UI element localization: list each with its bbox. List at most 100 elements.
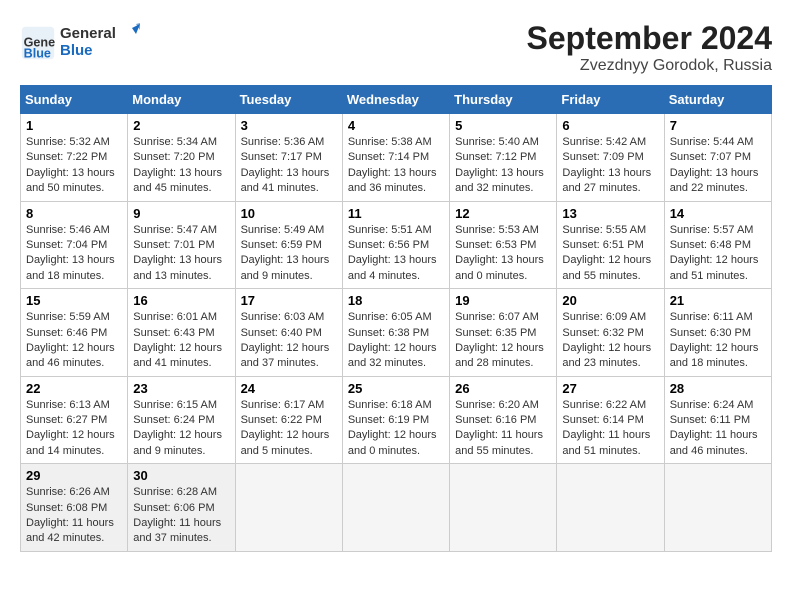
day-info-line: Daylight: 13 hours bbox=[26, 166, 122, 181]
header-thursday: Thursday bbox=[450, 86, 557, 114]
day-info: Sunrise: 5:34 AMSunset: 7:20 PMDaylight:… bbox=[133, 135, 229, 197]
day-info-line: and 46 minutes. bbox=[26, 356, 122, 371]
day-info-line: Daylight: 12 hours bbox=[455, 341, 551, 356]
day-number: 24 bbox=[241, 381, 337, 396]
day-cell-19: 19Sunrise: 6:07 AMSunset: 6:35 PMDayligh… bbox=[450, 289, 557, 377]
day-cell-14: 14Sunrise: 5:57 AMSunset: 6:48 PMDayligh… bbox=[664, 201, 771, 289]
day-number: 30 bbox=[133, 468, 229, 483]
day-info-line: Daylight: 12 hours bbox=[26, 341, 122, 356]
day-info-line: Sunset: 7:20 PM bbox=[133, 150, 229, 165]
day-info: Sunrise: 5:36 AMSunset: 7:17 PMDaylight:… bbox=[241, 135, 337, 197]
day-info-line: Sunrise: 5:38 AM bbox=[348, 135, 444, 150]
location-subtitle: Zvezdnyy Gorodok, Russia bbox=[527, 57, 772, 75]
day-info: Sunrise: 5:44 AMSunset: 7:07 PMDaylight:… bbox=[670, 135, 766, 197]
day-info-line: and 41 minutes. bbox=[241, 181, 337, 196]
logo: General Blue General Blue bbox=[20, 20, 140, 65]
header-wednesday: Wednesday bbox=[342, 86, 449, 114]
day-info-line: Sunset: 6:11 PM bbox=[670, 413, 766, 428]
day-info-line: Sunrise: 5:32 AM bbox=[26, 135, 122, 150]
day-info-line: Sunrise: 6:20 AM bbox=[455, 398, 551, 413]
day-info-line: Daylight: 11 hours bbox=[562, 428, 658, 443]
day-number: 2 bbox=[133, 118, 229, 133]
day-info: Sunrise: 5:49 AMSunset: 6:59 PMDaylight:… bbox=[241, 223, 337, 285]
day-info-line: Sunrise: 6:11 AM bbox=[670, 310, 766, 325]
day-number: 21 bbox=[670, 293, 766, 308]
day-info-line: Sunset: 7:12 PM bbox=[455, 150, 551, 165]
day-info-line: Sunrise: 5:55 AM bbox=[562, 223, 658, 238]
day-info-line: Sunrise: 6:07 AM bbox=[455, 310, 551, 325]
day-number: 22 bbox=[26, 381, 122, 396]
day-cell-9: 9Sunrise: 5:47 AMSunset: 7:01 PMDaylight… bbox=[128, 201, 235, 289]
day-cell-16: 16Sunrise: 6:01 AMSunset: 6:43 PMDayligh… bbox=[128, 289, 235, 377]
day-info-line: Daylight: 13 hours bbox=[26, 253, 122, 268]
day-info: Sunrise: 6:01 AMSunset: 6:43 PMDaylight:… bbox=[133, 310, 229, 372]
day-info-line: and 9 minutes. bbox=[241, 269, 337, 284]
day-cell-10: 10Sunrise: 5:49 AMSunset: 6:59 PMDayligh… bbox=[235, 201, 342, 289]
day-info-line: and 32 minutes. bbox=[348, 356, 444, 371]
day-info-line: Daylight: 12 hours bbox=[241, 341, 337, 356]
day-info-line: Sunrise: 5:44 AM bbox=[670, 135, 766, 150]
day-cell-13: 13Sunrise: 5:55 AMSunset: 6:51 PMDayligh… bbox=[557, 201, 664, 289]
day-info-line: Sunrise: 5:47 AM bbox=[133, 223, 229, 238]
day-cell-11: 11Sunrise: 5:51 AMSunset: 6:56 PMDayligh… bbox=[342, 201, 449, 289]
day-info-line: Sunset: 6:24 PM bbox=[133, 413, 229, 428]
day-info-line: Daylight: 12 hours bbox=[562, 341, 658, 356]
day-number: 26 bbox=[455, 381, 551, 396]
day-info-line: Sunrise: 6:13 AM bbox=[26, 398, 122, 413]
day-number: 15 bbox=[26, 293, 122, 308]
day-info-line: Daylight: 13 hours bbox=[133, 166, 229, 181]
day-info-line: Sunrise: 5:51 AM bbox=[348, 223, 444, 238]
day-info-line: Daylight: 11 hours bbox=[26, 516, 122, 531]
day-info-line: and 42 minutes. bbox=[26, 531, 122, 546]
day-info-line: and 55 minutes. bbox=[562, 269, 658, 284]
day-info-line: Sunrise: 5:42 AM bbox=[562, 135, 658, 150]
day-info-line: Sunset: 6:32 PM bbox=[562, 326, 658, 341]
day-number: 5 bbox=[455, 118, 551, 133]
day-number: 11 bbox=[348, 206, 444, 221]
day-info-line: and 46 minutes. bbox=[670, 444, 766, 459]
day-cell-22: 22Sunrise: 6:13 AMSunset: 6:27 PMDayligh… bbox=[21, 376, 128, 464]
day-info-line: Sunset: 7:17 PM bbox=[241, 150, 337, 165]
day-info-line: Sunset: 6:06 PM bbox=[133, 501, 229, 516]
day-info-line: Daylight: 12 hours bbox=[241, 428, 337, 443]
day-info: Sunrise: 6:03 AMSunset: 6:40 PMDaylight:… bbox=[241, 310, 337, 372]
day-info-line: Sunset: 6:16 PM bbox=[455, 413, 551, 428]
day-info-line: Sunset: 7:14 PM bbox=[348, 150, 444, 165]
day-number: 27 bbox=[562, 381, 658, 396]
day-info-line: Sunset: 6:53 PM bbox=[455, 238, 551, 253]
day-cell-7: 7Sunrise: 5:44 AMSunset: 7:07 PMDaylight… bbox=[664, 114, 771, 202]
day-info-line: Sunrise: 6:28 AM bbox=[133, 485, 229, 500]
day-info: Sunrise: 6:18 AMSunset: 6:19 PMDaylight:… bbox=[348, 398, 444, 460]
day-info-line: Daylight: 13 hours bbox=[562, 166, 658, 181]
day-info-line: Sunrise: 5:40 AM bbox=[455, 135, 551, 150]
day-number: 4 bbox=[348, 118, 444, 133]
day-info-line: Sunset: 6:56 PM bbox=[348, 238, 444, 253]
day-number: 19 bbox=[455, 293, 551, 308]
day-info: Sunrise: 5:46 AMSunset: 7:04 PMDaylight:… bbox=[26, 223, 122, 285]
day-cell-18: 18Sunrise: 6:05 AMSunset: 6:38 PMDayligh… bbox=[342, 289, 449, 377]
day-cell-5: 5 Sunrise: 5:40 AMSunset: 7:12 PMDaylight… bbox=[450, 114, 557, 202]
day-info-line: Sunset: 6:59 PM bbox=[241, 238, 337, 253]
day-info: Sunrise: 6:26 AMSunset: 6:08 PMDaylight:… bbox=[26, 485, 122, 547]
day-info-line: Sunrise: 6:09 AM bbox=[562, 310, 658, 325]
day-cell-2: 2 Sunrise: 5:34 AMSunset: 7:20 PMDaylight… bbox=[128, 114, 235, 202]
day-info-line: Sunset: 6:46 PM bbox=[26, 326, 122, 341]
day-info-line: and 0 minutes. bbox=[348, 444, 444, 459]
day-info-line: Sunset: 6:14 PM bbox=[562, 413, 658, 428]
svg-text:General: General bbox=[60, 25, 116, 42]
day-number: 23 bbox=[133, 381, 229, 396]
day-info: Sunrise: 6:20 AMSunset: 6:16 PMDaylight:… bbox=[455, 398, 551, 460]
day-info-line: Sunrise: 6:17 AM bbox=[241, 398, 337, 413]
day-info-line: Sunrise: 5:34 AM bbox=[133, 135, 229, 150]
day-info-line: and 22 minutes. bbox=[670, 181, 766, 196]
day-cell-20: 20Sunrise: 6:09 AMSunset: 6:32 PMDayligh… bbox=[557, 289, 664, 377]
day-cell-17: 17Sunrise: 6:03 AMSunset: 6:40 PMDayligh… bbox=[235, 289, 342, 377]
day-number: 3 bbox=[241, 118, 337, 133]
day-info-line: and 18 minutes. bbox=[26, 269, 122, 284]
day-info-line: and 14 minutes. bbox=[26, 444, 122, 459]
header-row: SundayMondayTuesdayWednesdayThursdayFrid… bbox=[21, 86, 772, 114]
day-info-line: and 51 minutes. bbox=[562, 444, 658, 459]
day-info-line: Daylight: 12 hours bbox=[670, 341, 766, 356]
day-info: Sunrise: 5:40 AMSunset: 7:12 PMDaylight:… bbox=[455, 135, 551, 197]
title-area: September 2024 Zvezdnyy Gorodok, Russia bbox=[527, 20, 772, 75]
